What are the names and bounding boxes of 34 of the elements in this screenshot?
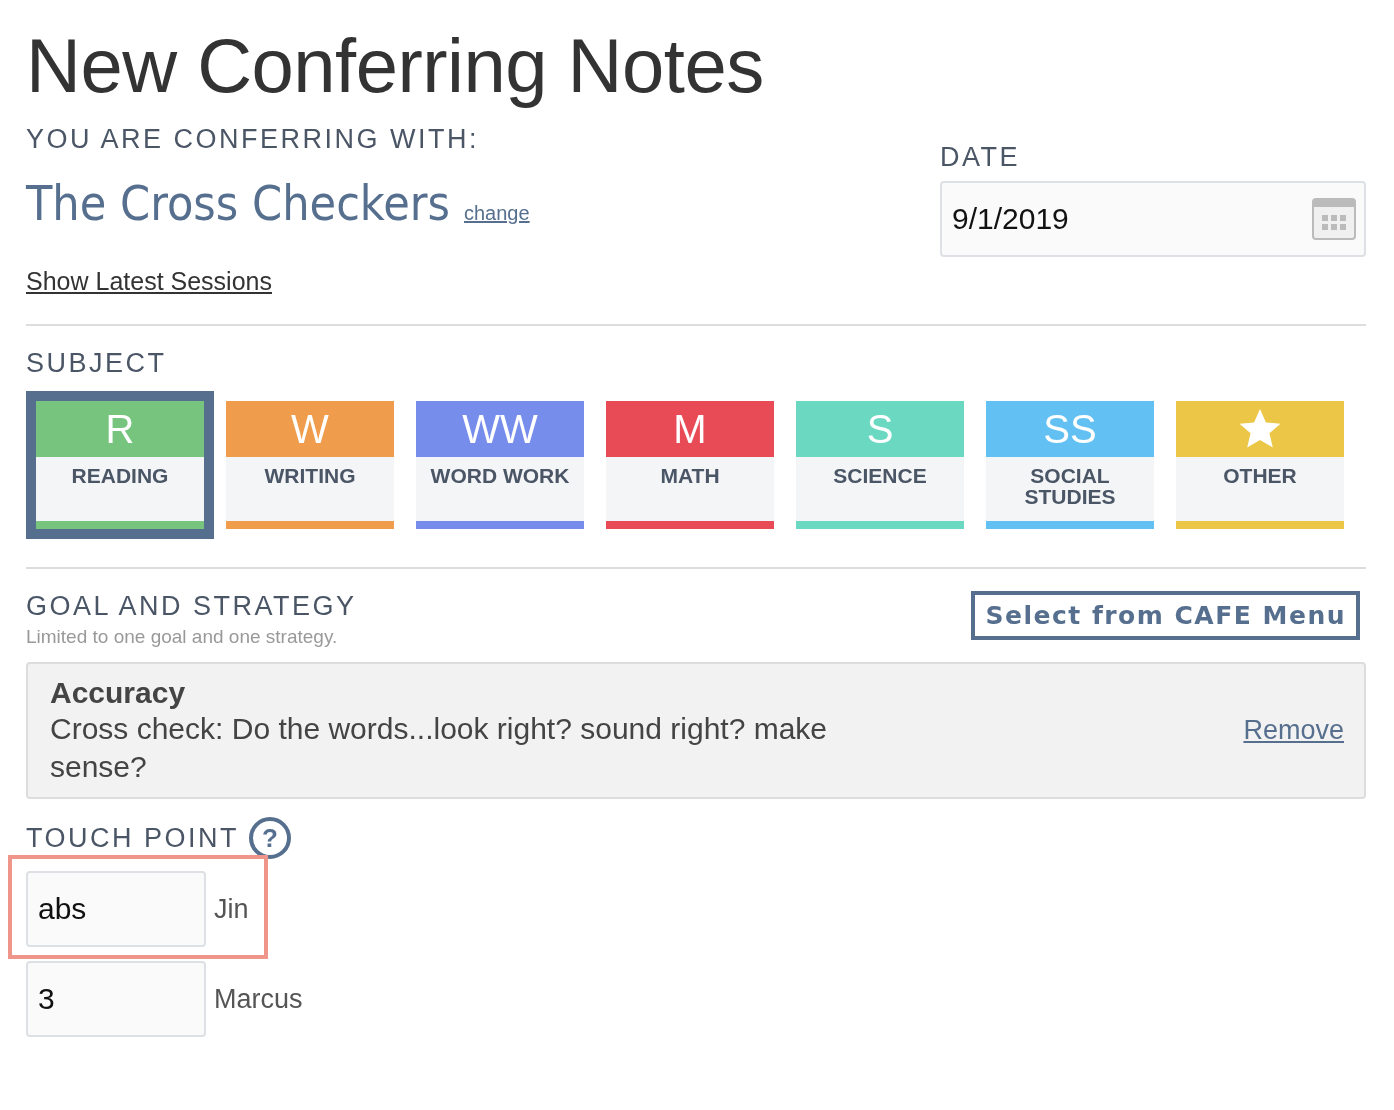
- strategy-text: Cross check: Do the words...look right? sound right? make sense?: [50, 711, 829, 785]
- subject-tile[interactable]: R READING: [26, 391, 214, 539]
- subject-name: READING: [71, 464, 169, 487]
- touch-point-field[interactable]: 3: [26, 961, 206, 1037]
- subject-letters: M: [673, 406, 707, 452]
- subject-name: OTHER: [1223, 464, 1297, 487]
- date-field[interactable]: 9/1/2019: [940, 181, 1366, 257]
- help-icon[interactable]: ?: [249, 817, 291, 859]
- subject-name: MATH: [660, 464, 720, 487]
- subject-name: SOCIAL STUDIES: [1024, 464, 1116, 508]
- goal-hint: Limited to one goal and one strategy.: [26, 626, 339, 648]
- subject-label: SUBJECT: [26, 348, 168, 379]
- student-name: Jin: [214, 893, 249, 925]
- change-link[interactable]: change: [464, 202, 530, 225]
- student-name: Marcus: [214, 983, 303, 1015]
- subject-letters: WW: [462, 406, 538, 452]
- section-label: YOU ARE CONFERRING WITH:: [26, 124, 481, 155]
- subject-letters: W: [291, 406, 329, 452]
- subject-letters: S: [866, 406, 894, 452]
- cafe-menu-button[interactable]: Select from CAFE Menu: [971, 591, 1360, 640]
- remove-link[interactable]: Remove: [1243, 715, 1344, 746]
- subject-letters: R: [105, 406, 135, 452]
- subject-name: SCIENCE: [833, 464, 927, 487]
- show-sessions-link[interactable]: Show Latest Sessions: [26, 267, 272, 296]
- subject-name: WORD WORK: [430, 464, 570, 487]
- subject-letters: SS: [1043, 406, 1097, 452]
- subject-name: WRITING: [264, 464, 356, 487]
- group-name: The Cross Checkers: [26, 175, 450, 231]
- touch-point-field[interactable]: abs: [26, 871, 206, 947]
- goal-label: GOAL AND STRATEGY: [26, 591, 357, 622]
- touch-point-label: TOUCH POINT: [26, 822, 239, 854]
- date-label: DATE: [940, 142, 1021, 173]
- calendar-icon[interactable]: [1312, 198, 1356, 240]
- goal-title: Accuracy: [50, 676, 187, 710]
